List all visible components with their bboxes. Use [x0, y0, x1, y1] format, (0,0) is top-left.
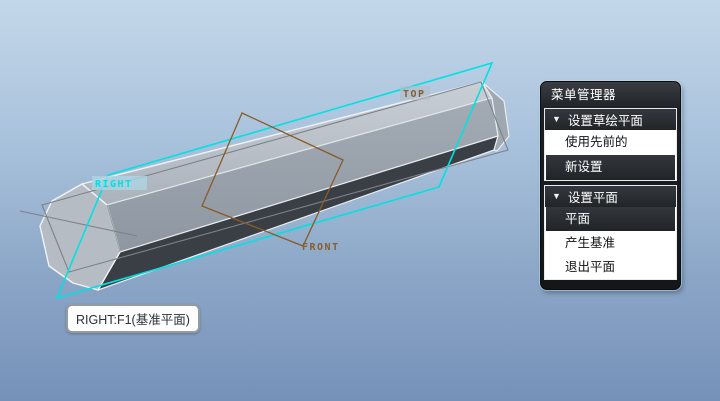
menu-section-sketch-plane: ▼ 设置草绘平面 使用先前的 新设置: [544, 108, 677, 181]
right-datum-label[interactable]: RIGHT: [92, 176, 147, 190]
menu-item-quit-plane[interactable]: 退出平面: [545, 255, 676, 279]
menu-manager-title: 菜单管理器: [551, 88, 617, 102]
menu-section-header-label: 设置平面: [567, 191, 618, 205]
menu-section-header-label: 设置草绘平面: [567, 114, 643, 128]
menu-item-new-setup[interactable]: 新设置: [546, 155, 675, 180]
menu-item-make-datum[interactable]: 产生基准: [545, 231, 676, 255]
right-label-text: RIGHT: [95, 179, 133, 190]
collapse-triangle-icon: ▼: [552, 114, 561, 124]
front-datum-label[interactable]: FRONT: [302, 242, 340, 253]
front-label-text: FRONT: [302, 242, 340, 253]
top-datum-label[interactable]: TOP: [400, 86, 430, 100]
menu-item-use-previous[interactable]: 使用先前的: [545, 130, 676, 155]
datum-plane-tooltip: RIGHT:F1(基准平面): [66, 304, 200, 333]
menu-section-header-sketch-plane[interactable]: ▼ 设置草绘平面: [545, 109, 676, 130]
menu-manager-panel: 菜单管理器 ▼ 设置草绘平面 使用先前的 新设置 ▼ 设置平面 平面 产生基准 …: [540, 81, 681, 290]
menu-section-header-set-plane[interactable]: ▼ 设置平面: [545, 186, 676, 207]
graphics-area: TOP RIGHT FRONT RIGHT:F1(基准平面) 菜单管理器 ▼ 设…: [0, 0, 720, 401]
collapse-triangle-icon: ▼: [552, 191, 561, 201]
top-label-text: TOP: [403, 89, 426, 100]
menu-section-set-plane: ▼ 设置平面 平面 产生基准 退出平面: [544, 185, 677, 280]
menu-item-plane[interactable]: 平面: [546, 207, 675, 231]
